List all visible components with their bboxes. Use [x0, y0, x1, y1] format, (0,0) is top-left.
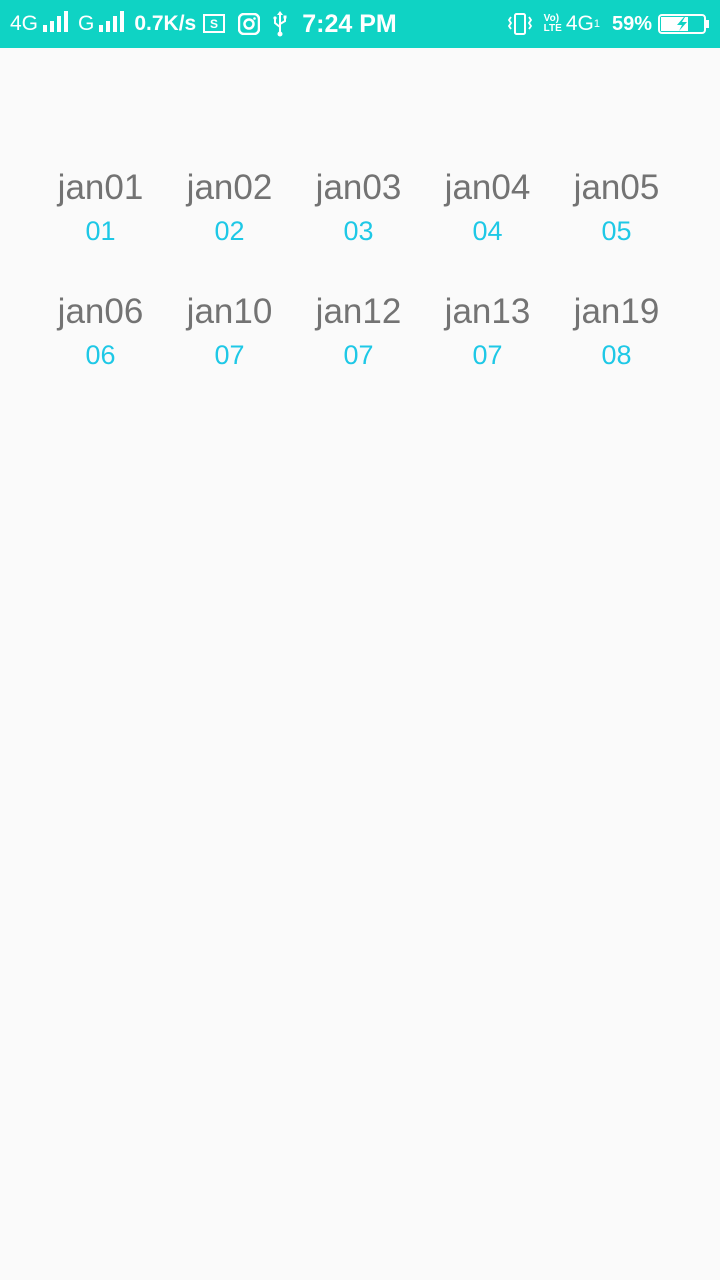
grid-item-name: jan19 [573, 292, 660, 331]
grid-item-value: 01 [85, 216, 116, 246]
volte-indicator: Vo) LTE [544, 14, 562, 34]
grid-item[interactable]: jan13 07 [423, 289, 552, 375]
grid-item-value: 07 [343, 340, 374, 370]
signal-bars-icon [42, 10, 69, 38]
grid-item-value: 04 [472, 216, 503, 246]
grid-item[interactable]: jan06 06 [36, 289, 165, 375]
grid-item-name: jan12 [315, 292, 402, 331]
status-bar: 4G G 0.7K/s S 7:24 PM Vo) LTE 4G 1 59% [0, 0, 720, 48]
date-grid: jan01 01 jan02 02 jan03 03 jan04 04 jan05 05 jan06… [36, 165, 684, 375]
svg-text:S: S [210, 17, 218, 31]
grid-item[interactable]: jan19 08 [552, 289, 681, 375]
instagram-icon [238, 13, 261, 35]
grid-item[interactable]: jan04 04 [423, 165, 552, 251]
clock: 7:24 PM [302, 10, 397, 38]
network-type-1: 4G [10, 12, 39, 35]
grid-item[interactable]: jan10 07 [165, 289, 294, 375]
grid-item-name: jan10 [186, 292, 273, 331]
grid-item-name: jan02 [186, 168, 273, 207]
network-speed: 0.7K/s [134, 12, 197, 35]
grid-item[interactable]: jan01 01 [36, 165, 165, 251]
grid-item[interactable]: jan02 02 [165, 165, 294, 251]
grid-item-name: jan04 [444, 168, 531, 207]
grid-item-name: jan03 [315, 168, 402, 207]
grid-item-name: jan05 [573, 168, 660, 207]
grid-item-name: jan06 [57, 292, 144, 331]
signal-bars-icon [98, 10, 125, 38]
grid-item-value: 06 [85, 340, 116, 370]
grid-item-value: 05 [601, 216, 632, 246]
vibrate-icon [506, 12, 534, 36]
grid-item-name: jan13 [444, 292, 531, 331]
screenshot-icon: S [202, 13, 226, 35]
network-type-3: 4G [565, 12, 594, 35]
grid-item[interactable]: jan03 03 [294, 165, 423, 251]
grid-item-value: 02 [214, 216, 245, 246]
battery-charging-icon [658, 13, 710, 35]
network-type-2: G [78, 12, 95, 35]
grid-item[interactable]: jan12 07 [294, 289, 423, 375]
grid-item-value: 03 [343, 216, 374, 246]
status-bar-left: 4G G 0.7K/s S 7:24 PM [10, 0, 397, 48]
grid-item-value: 07 [472, 340, 503, 370]
battery-percentage: 59% [611, 12, 652, 35]
sim-slot-label: 1 [593, 18, 600, 30]
grid-item-value: 08 [601, 340, 632, 370]
volte-bottom-label: LTE [543, 23, 562, 34]
grid-item-name: jan01 [57, 168, 144, 207]
usb-icon [272, 11, 288, 37]
grid-item[interactable]: jan05 05 [552, 165, 681, 251]
status-bar-right: Vo) LTE 4G 1 59% [500, 0, 710, 48]
grid-item-value: 07 [214, 340, 245, 370]
